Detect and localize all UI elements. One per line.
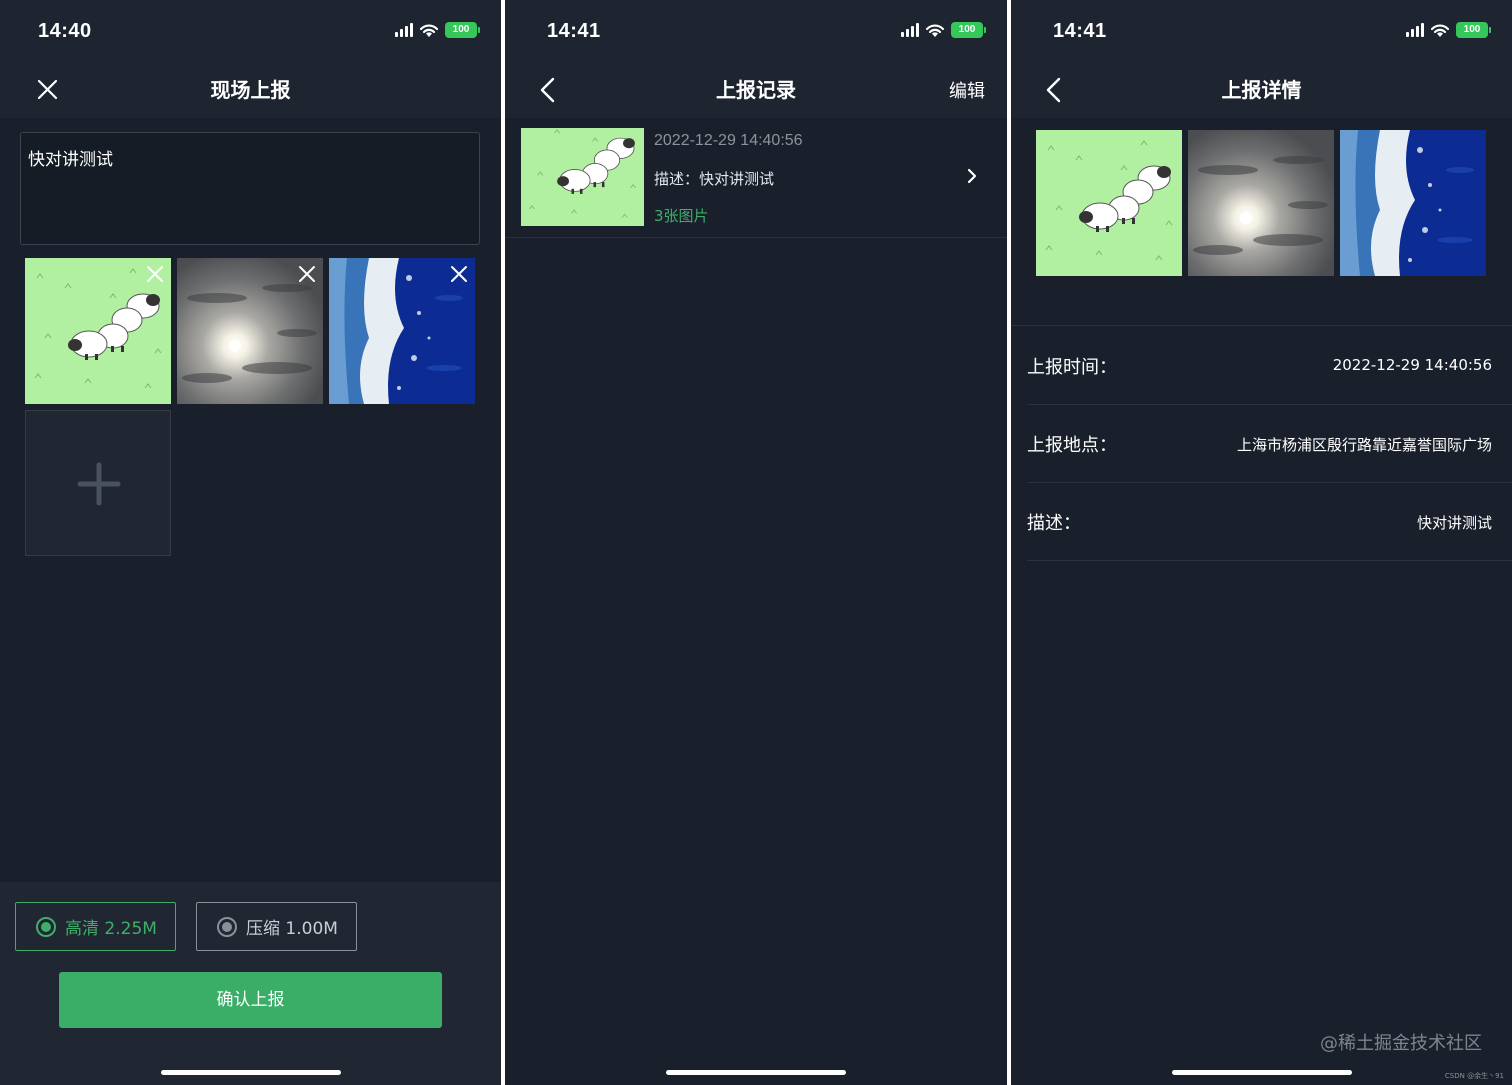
cellular-signal-icon <box>901 23 919 37</box>
home-indicator[interactable] <box>666 1070 846 1075</box>
detail-value: 2022-12-29 14:40:56 <box>1332 356 1492 374</box>
system-icons: 100 <box>1406 22 1491 38</box>
radio-icon <box>217 916 237 937</box>
cellular-signal-icon <box>395 23 413 37</box>
confirm-report-button[interactable]: 确认上报 <box>59 972 442 1028</box>
record-description: 描述：快对讲测试 <box>654 170 775 188</box>
status-time: 14:41 <box>1053 20 1107 42</box>
ocean-image <box>1340 130 1486 276</box>
status-time: 14:41 <box>547 20 601 42</box>
quality-option-compressed[interactable]: 压缩 1.00M <box>196 902 357 951</box>
edit-button[interactable]: 编辑 <box>949 77 985 103</box>
battery-icon: 100 <box>445 22 480 38</box>
status-bar: 14:40 100 <box>0 0 501 62</box>
submit-panel: 高清 2.25M 压缩 1.00M 确认上报 <box>0 882 501 1085</box>
photo-thumbnail[interactable] <box>177 258 323 404</box>
home-indicator[interactable] <box>1171 1070 1352 1075</box>
record-image-count: 3张图片 <box>654 207 709 225</box>
navbar: 上报详情 <box>1011 62 1512 118</box>
wifi-icon <box>925 24 945 37</box>
detail-value: 上海市杨浦区殷行路靠近嘉誉国际广场 <box>1236 436 1492 454</box>
photo-thumbnail[interactable] <box>1340 130 1486 276</box>
record-thumbnail <box>521 128 644 226</box>
sky-image <box>1188 130 1334 276</box>
report-screen: 14:40 100 现场上报 快对讲测试 高清 2.25M 压缩 1.00M 确… <box>0 0 501 1085</box>
detail-value: 快对讲测试 <box>1416 514 1492 532</box>
radio-selected-icon <box>36 916 56 937</box>
page-title: 上报记录 <box>716 78 796 102</box>
status-time: 14:40 <box>38 20 92 42</box>
records-screen: 14:41 100 上报记录 编辑 2022-12-29 14:40:56 描述… <box>505 0 1007 1085</box>
remove-photo-icon[interactable] <box>296 263 318 285</box>
photo-thumbnail[interactable] <box>1036 130 1182 276</box>
sheep-image <box>521 128 644 226</box>
record-datetime: 2022-12-29 14:40:56 <box>654 132 803 149</box>
wifi-icon <box>419 24 439 37</box>
detail-row-time: 上报时间： 2022-12-29 14:40:56 <box>1027 327 1512 405</box>
photo-thumbnail[interactable] <box>25 258 171 404</box>
detail-row-location: 上报地点： 上海市杨浦区殷行路靠近嘉誉国际广场 <box>1027 405 1512 483</box>
add-photo-button[interactable] <box>25 410 171 556</box>
description-input[interactable]: 快对讲测试 <box>20 132 480 245</box>
detail-label: 上报时间： <box>1027 357 1117 378</box>
detail-label: 上报地点： <box>1027 435 1117 456</box>
photo-thumbnail[interactable] <box>1188 130 1334 276</box>
navbar: 上报记录 编辑 <box>505 62 1007 118</box>
page-title: 现场上报 <box>210 78 291 102</box>
remove-photo-icon[interactable] <box>144 263 166 285</box>
quality-option-hd[interactable]: 高清 2.25M <box>15 902 176 951</box>
record-list-item[interactable]: 2022-12-29 14:40:56 描述：快对讲测试 3张图片 <box>505 118 1007 238</box>
photo-gallery <box>1011 118 1512 326</box>
battery-icon: 100 <box>951 22 986 38</box>
cellular-signal-icon <box>1406 23 1424 37</box>
detail-label: 描述： <box>1027 513 1081 534</box>
battery-icon: 100 <box>1456 22 1491 38</box>
system-icons: 100 <box>901 22 986 38</box>
source-watermark: CSDN @余生丶91 <box>1444 1072 1504 1080</box>
plus-icon <box>77 462 121 506</box>
quality-option-label: 压缩 1.00M <box>246 919 338 939</box>
navbar: 现场上报 <box>0 62 501 118</box>
system-icons: 100 <box>395 22 480 38</box>
remove-photo-icon[interactable] <box>448 263 470 285</box>
detail-screen: 14:41 100 上报详情 上报时间： 2022-12-29 14:40:56… <box>1011 0 1512 1085</box>
sheep-image <box>1036 130 1182 276</box>
home-indicator[interactable] <box>160 1070 341 1075</box>
photo-thumbnail[interactable] <box>329 258 475 404</box>
quality-option-label: 高清 2.25M <box>65 919 157 939</box>
wifi-icon <box>1430 24 1450 37</box>
status-bar: 14:41 100 <box>505 0 1007 62</box>
chevron-right-icon <box>967 168 977 184</box>
detail-row-description: 描述： 快对讲测试 <box>1027 483 1512 561</box>
watermark: @稀土掘金技术社区 <box>1320 1033 1482 1054</box>
page-title: 上报详情 <box>1221 78 1302 102</box>
status-bar: 14:41 100 <box>1011 0 1512 62</box>
